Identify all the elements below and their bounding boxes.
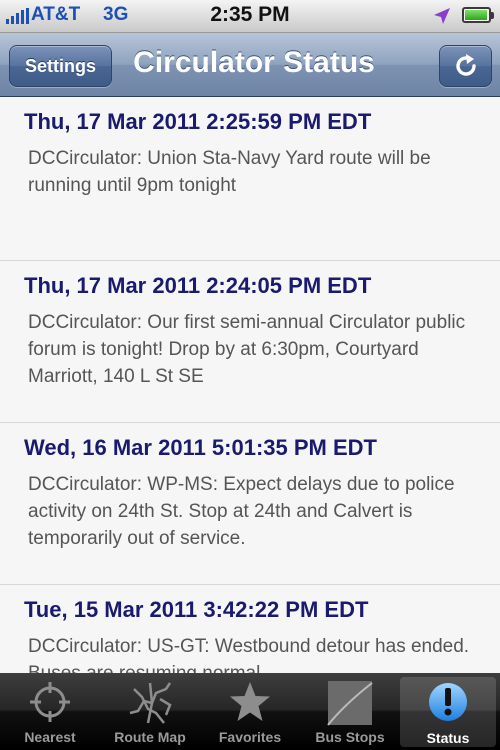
navigation-bar: Settings Circulator Status: [0, 33, 500, 97]
refresh-icon: [455, 54, 476, 76]
message-date: Thu, 17 Mar 2011 2:24:05 PM EDT: [24, 273, 372, 298]
message-text: DCCirculator: Our first semi-annual Circ…: [28, 312, 466, 387]
tab-label: Bus Stops: [315, 729, 385, 745]
list-item[interactable]: Wed, 16 Mar 2011 5:01:35 PM EDT DCCircul…: [0, 423, 500, 585]
crosshair-icon: [30, 682, 70, 722]
status-message-list[interactable]: Thu, 17 Mar 2011 2:25:59 PM EDT DCCircul…: [0, 97, 500, 673]
refresh-button[interactable]: [439, 45, 492, 87]
tab-status[interactable]: Status: [400, 677, 496, 747]
location-arrow-icon: [434, 8, 450, 24]
tab-favorites[interactable]: Favorites: [200, 673, 300, 750]
route-map-icon: [129, 682, 172, 724]
tab-bus-stops[interactable]: Bus Stops: [300, 673, 400, 750]
tab-label: Status: [426, 730, 470, 746]
page-title: Circulator Status: [133, 46, 375, 79]
battery-nub: [491, 12, 494, 19]
list-item[interactable]: Tue, 15 Mar 2011 3:42:22 PM EDT DCCircul…: [0, 585, 500, 673]
status-bar: AT&T 3G 2:35 PM: [0, 0, 500, 33]
tab-label: Route Map: [114, 729, 186, 745]
star-icon: [230, 682, 270, 721]
exclamation-icon: [429, 683, 467, 721]
tab-label: Nearest: [24, 729, 76, 745]
battery-icon: [462, 7, 491, 23]
list-item[interactable]: Thu, 17 Mar 2011 2:25:59 PM EDT DCCircul…: [0, 97, 500, 261]
message-text: DCCirculator: WP-MS: Expect delays due t…: [28, 474, 455, 549]
message-date: Tue, 15 Mar 2011 3:42:22 PM EDT: [24, 597, 369, 622]
tab-label: Favorites: [218, 729, 282, 745]
tab-route-map[interactable]: Route Map: [100, 673, 200, 750]
tab-nearest[interactable]: Nearest: [0, 673, 100, 750]
tab-bar: Nearest Route Map Favorites Bus Stops St…: [0, 673, 500, 750]
message-text: DCCirculator: Union Sta-Navy Yard route …: [28, 148, 431, 196]
settings-button[interactable]: Settings: [9, 45, 112, 87]
bus-stops-icon: [327, 681, 373, 726]
list-item[interactable]: Thu, 17 Mar 2011 2:24:05 PM EDT DCCircul…: [0, 261, 500, 423]
status-time: 2:35 PM: [210, 3, 290, 26]
message-date: Thu, 17 Mar 2011 2:25:59 PM EDT: [24, 109, 372, 134]
message-text: DCCirculator: US-GT: Westbound detour ha…: [28, 636, 470, 673]
message-date: Wed, 16 Mar 2011 5:01:35 PM EDT: [24, 435, 377, 460]
